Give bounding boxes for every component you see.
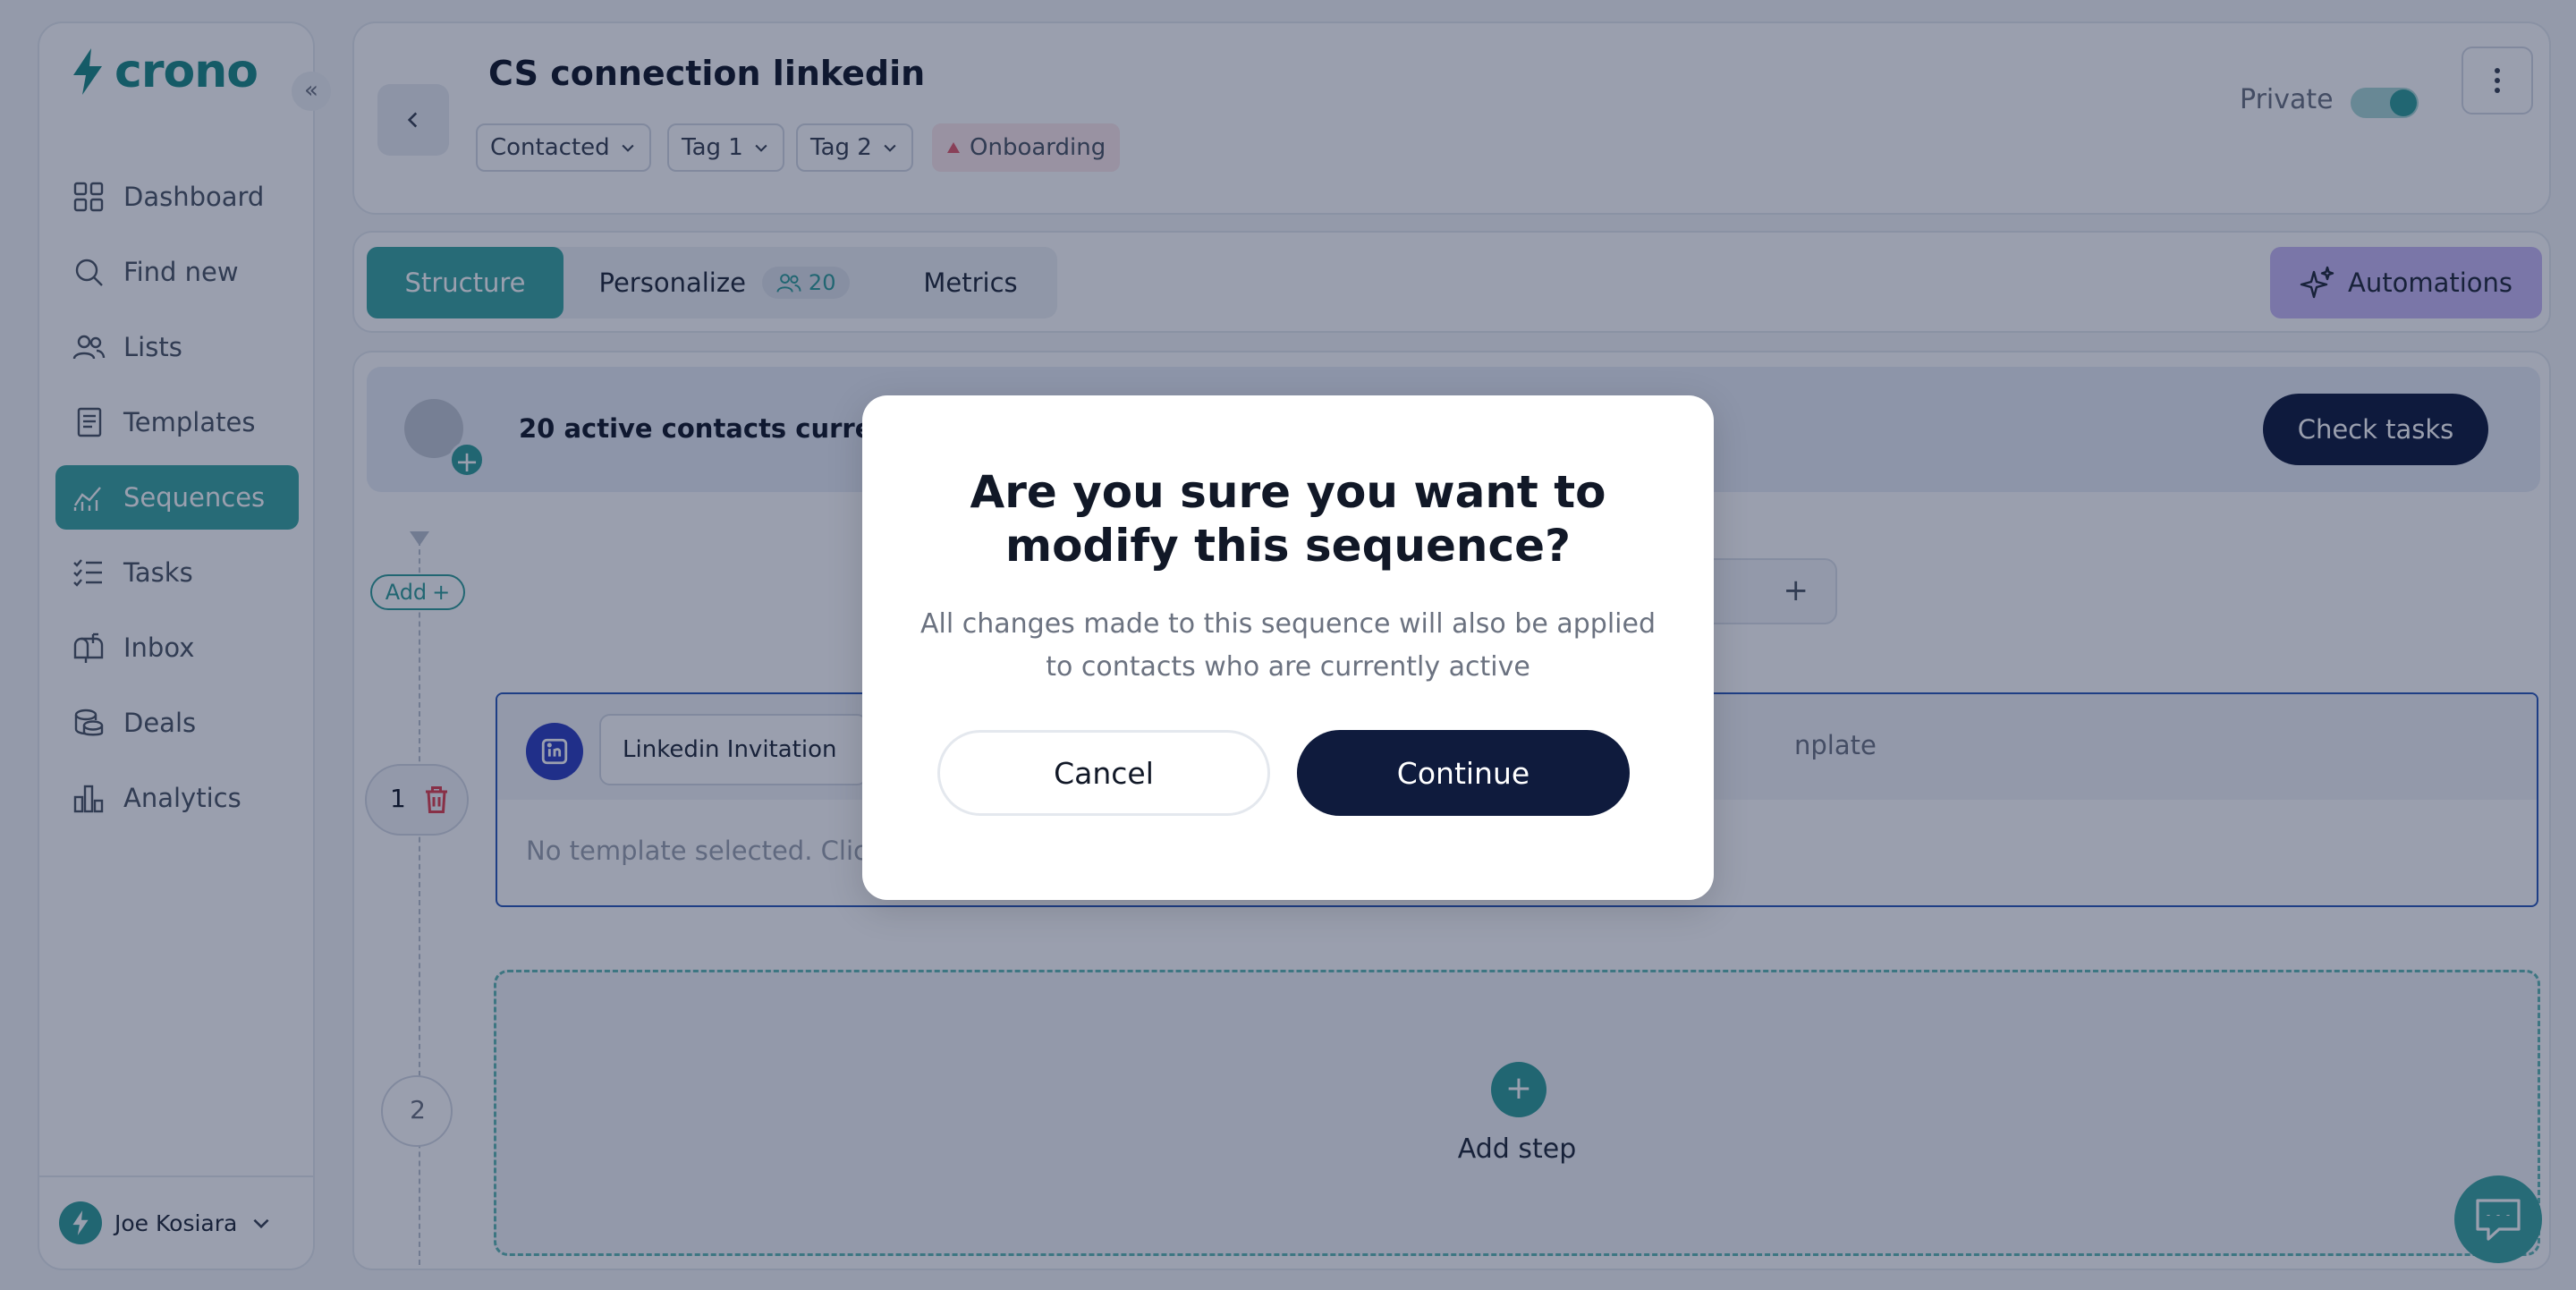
modal-title: Are you sure you want to modify this seq…	[970, 466, 1606, 572]
continue-button[interactable]: Continue	[1297, 730, 1630, 816]
cancel-button[interactable]: Cancel	[937, 730, 1270, 816]
modal-description: All changes made to this sequence will a…	[920, 608, 1656, 683]
confirm-modal: Are you sure you want to modify this seq…	[862, 395, 1714, 900]
